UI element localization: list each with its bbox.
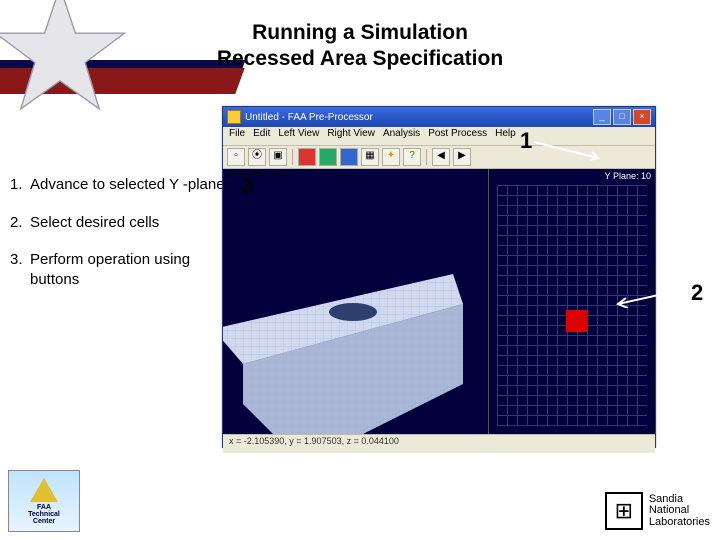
triangle-icon [30,478,58,502]
help-icon[interactable]: ? [403,148,421,166]
slide-title: Running a Simulation Recessed Area Speci… [0,20,720,72]
menu-help[interactable]: Help [495,128,516,144]
titlebar[interactable]: Untitled - FAA Pre-Processor _ □ × [223,107,655,127]
instruction-2: 2. Select desired cells [10,213,230,233]
window-title: Untitled - FAA Pre-Processor [245,112,373,123]
arrow-2-icon [612,282,692,308]
mesh-wedge [223,234,488,434]
thunderbird-icon: ⊞ [605,492,643,530]
view-3d[interactable] [223,169,488,434]
mesh-blue-icon[interactable] [340,148,358,166]
selected-cell[interactable] [566,310,588,332]
callout-3: 3 [241,174,253,200]
minimize-button[interactable]: _ [593,109,611,125]
app-icon [227,110,241,124]
faa-text-1: FAA [37,504,51,511]
instruction-1: 1. Advance to selected Y -plane [10,175,230,195]
menu-file[interactable]: File [229,128,245,144]
instruction-list: 1. Advance to selected Y -plane 2. Selec… [10,175,230,307]
prev-plane-button[interactable]: ◀ [432,148,450,166]
title-line-2: Recessed Area Specification [0,46,720,72]
step-text: Perform operation using buttons [30,250,230,289]
slide: Running a Simulation Recessed Area Speci… [0,0,720,540]
step-text: Advance to selected Y -plane [30,175,225,195]
menu-post-process[interactable]: Post Process [428,128,487,144]
brace-icon: ︷ [225,155,288,181]
maximize-button[interactable]: □ [613,109,631,125]
snl-text-3: Laboratories [649,517,710,529]
instruction-3: 3. Perform operation using buttons [10,250,230,289]
arrow-1-icon [532,138,602,162]
toolbar-separator [426,149,427,165]
menu-right-view[interactable]: Right View [327,128,375,144]
mesh-green-icon[interactable] [319,148,337,166]
faa-text-3: Center [33,518,55,525]
mesh-red-icon[interactable] [298,148,316,166]
step-text: Select desired cells [30,213,159,233]
step-number: 1. [10,175,30,195]
step-number: 2. [10,213,30,233]
status-bar: x = -2.105390, y = 1.907503, z = 0.04410… [223,434,655,453]
callout-1: 1 [520,128,532,154]
step-number: 3. [10,250,30,289]
faa-logo: FAA Technical Center [8,470,80,532]
faa-text-2: Technical [28,511,60,518]
close-button[interactable]: × [633,109,651,125]
yplane-label: Y Plane: 10 [605,171,651,181]
sandia-logo: ⊞ Sandia National Laboratories [605,492,710,530]
toolbar-separator [292,149,293,165]
title-line-1: Running a Simulation [0,20,720,46]
next-plane-button[interactable]: ▶ [453,148,471,166]
menu-left-view[interactable]: Left View [278,128,319,144]
callout-2: 2 [691,280,703,306]
menu-analysis[interactable]: Analysis [383,128,420,144]
grid-icon[interactable]: ▦ [361,148,379,166]
view-area: Y Plane: 10 [223,169,655,434]
lightning-icon[interactable]: ✦ [382,148,400,166]
menu-edit[interactable]: Edit [253,128,270,144]
